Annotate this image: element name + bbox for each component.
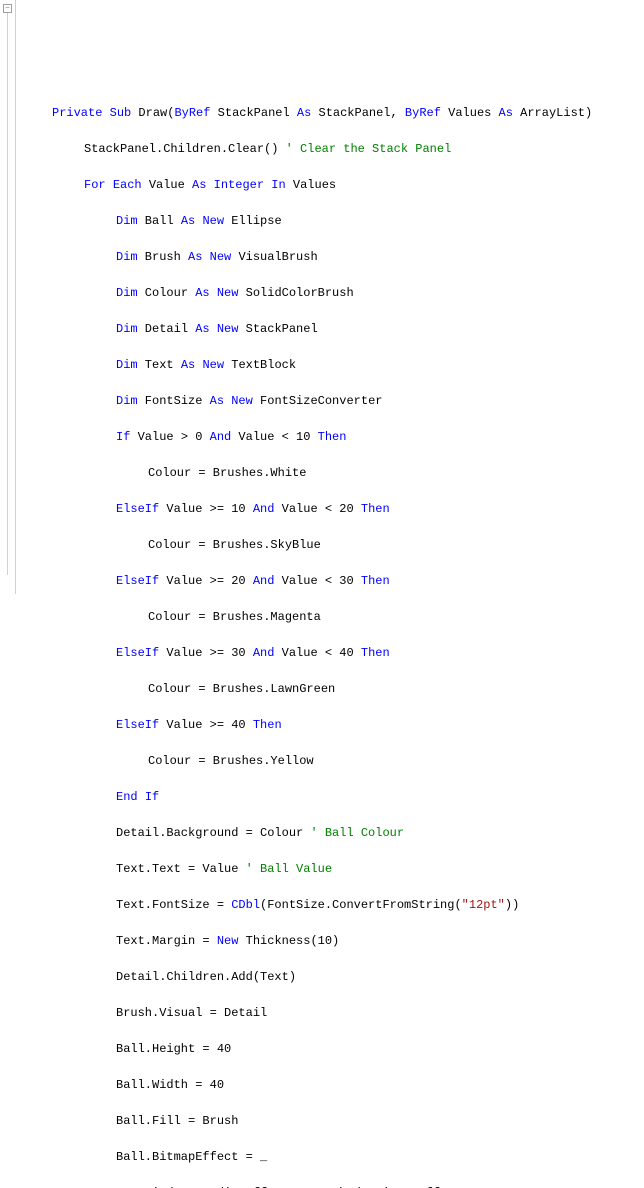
code-line: StackPanel.Children.Clear() ' Clear the … <box>20 140 644 158</box>
fold-toggle-icon[interactable]: − <box>3 4 12 13</box>
code-line: Detail.Children.Add(Text) <box>20 968 644 986</box>
code-line: Colour = Brushes.White <box>20 464 644 482</box>
code-line: Ball.Fill = Brush <box>20 1112 644 1130</box>
code-line: ElseIf Value >= 40 Then <box>20 716 644 734</box>
code-gutter: − <box>0 0 16 594</box>
code-line: End If <box>20 788 644 806</box>
code-line: ElseIf Value >= 20 And Value < 30 Then <box>20 572 644 590</box>
code-line: Colour = Brushes.SkyBlue <box>20 536 644 554</box>
fold-line <box>7 13 8 575</box>
code-line: Dim Ball As New Ellipse <box>20 212 644 230</box>
code-line: Dim Brush As New VisualBrush <box>20 248 644 266</box>
code-line: Ball.Height = 40 <box>20 1040 644 1058</box>
code-line: Dim Colour As New SolidColorBrush <box>20 284 644 302</box>
code-line: Detail.Background = Colour ' Ball Colour <box>20 824 644 842</box>
code-line: Ball.Width = 40 <box>20 1076 644 1094</box>
code-line: Text.Text = Value ' Ball Value <box>20 860 644 878</box>
code-line: Dim Text As New TextBlock <box>20 356 644 374</box>
code-line: Dim Detail As New StackPanel <box>20 320 644 338</box>
code-line: Dim FontSize As New FontSizeConverter <box>20 392 644 410</box>
code-line: If Value > 0 And Value < 10 Then <box>20 428 644 446</box>
code-line: Text.FontSize = CDbl(FontSize.ConvertFro… <box>20 896 644 914</box>
code-line: Colour = Brushes.LawnGreen <box>20 680 644 698</box>
code-line: Brush.Visual = Detail <box>20 1004 644 1022</box>
code-line: Ball.BitmapEffect = _ <box>20 1148 644 1166</box>
code-line: ElseIf Value >= 30 And Value < 40 Then <box>20 644 644 662</box>
code-line: New Windows.Media.Effects.DropShadowBitm… <box>20 1184 644 1188</box>
code-line: ElseIf Value >= 10 And Value < 20 Then <box>20 500 644 518</box>
code-line: Colour = Brushes.Yellow <box>20 752 644 770</box>
code-line: Text.Margin = New Thickness(10) <box>20 932 644 950</box>
code-line: Colour = Brushes.Magenta <box>20 608 644 626</box>
code-editor[interactable]: Private Sub Draw(ByRef StackPanel As Sta… <box>20 84 644 1188</box>
code-line: Private Sub Draw(ByRef StackPanel As Sta… <box>20 104 644 122</box>
code-line: For Each Value As Integer In Values <box>20 176 644 194</box>
